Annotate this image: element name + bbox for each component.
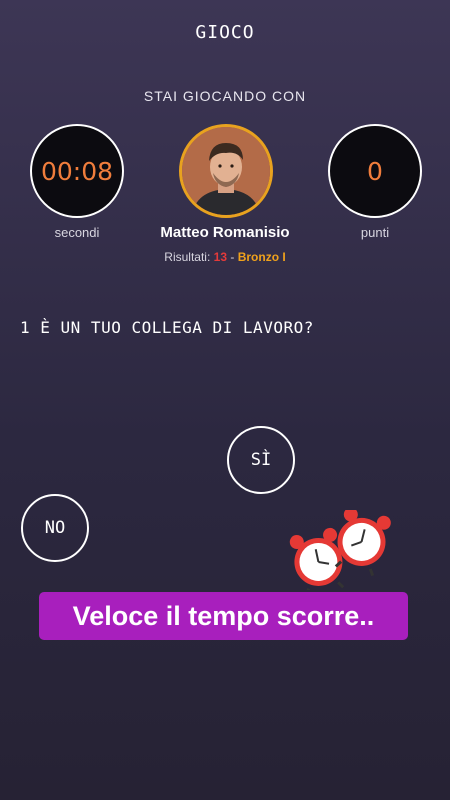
rank-badge: Bronzo I	[237, 250, 286, 264]
timer-circle: 00:08	[30, 124, 124, 218]
opponent-results: Risultati: 13 - Bronzo I	[125, 250, 325, 264]
score-value: 0	[367, 156, 383, 186]
answer-yes-button[interactable]: SÌ	[227, 426, 295, 494]
answer-yes-label: SÌ	[250, 450, 272, 470]
avatar	[179, 124, 273, 218]
alarm-clock-icon	[289, 510, 391, 590]
timer-label: secondi	[54, 225, 100, 240]
answer-no-button[interactable]: NO	[21, 494, 89, 562]
playing-with-label: STAI GIOCANDO CON	[143, 88, 307, 104]
results-separator: -	[230, 250, 235, 264]
avatar-photo	[182, 127, 270, 215]
results-number: 13	[213, 250, 228, 264]
hurry-banner: Veloce il tempo scorre..	[39, 592, 408, 640]
score-circle: 0	[328, 124, 422, 218]
timer-value: 00:08	[40, 156, 114, 186]
question-text: 1 È UN TUO COLLEGA DI LAVORO?	[20, 318, 314, 337]
answer-no-label: NO	[44, 518, 66, 538]
score-label: punti	[360, 225, 390, 240]
opponent-name: Matteo Romanisio	[160, 224, 290, 241]
results-label: Risultati:	[164, 250, 211, 264]
page-title: GIOCO	[195, 22, 255, 43]
